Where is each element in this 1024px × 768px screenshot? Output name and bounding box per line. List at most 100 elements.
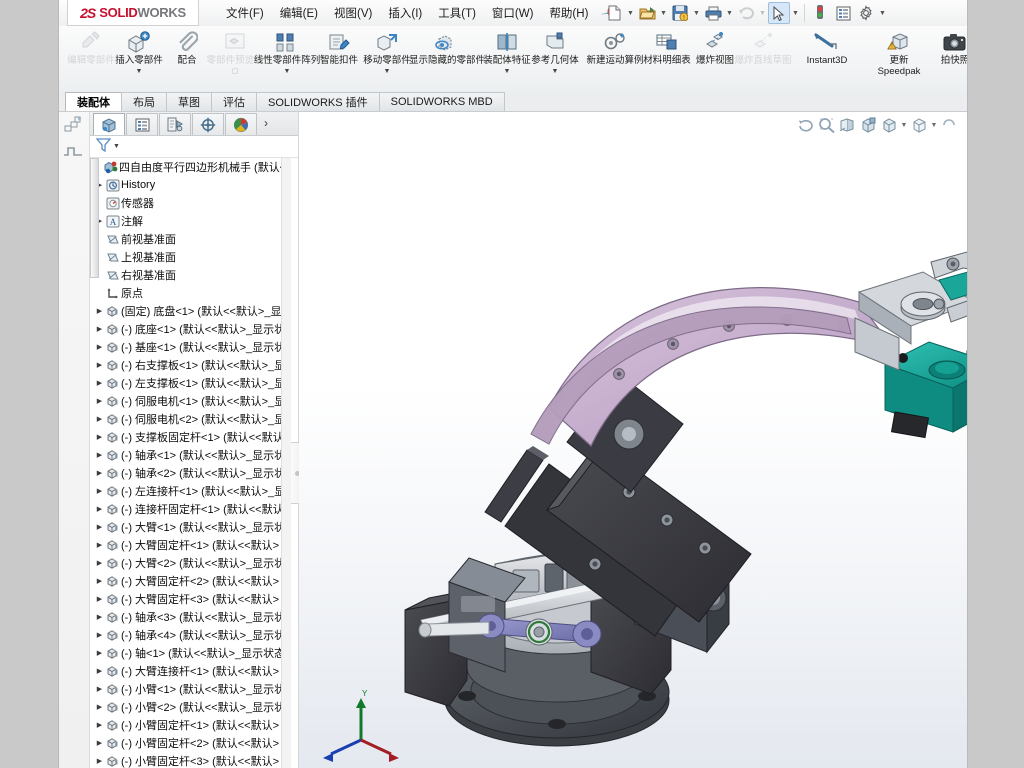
expand-arrow-icon[interactable]: ▶ [94,415,105,423]
feature-tree-item[interactable]: ▶ (-) 大臂<1> (默认<<默认>_显示状 [90,518,290,536]
menu-file[interactable]: 文件(F) [219,1,271,25]
settings-gear-icon[interactable] [855,2,877,24]
feature-tree[interactable]: ▶四自由度平行四边形机械手 (默认<默▶History▶传感器▶A注解▶前视基准… [90,158,290,768]
feature-tree-item[interactable]: ▶ (-) 小臂<1> (默认<<默认>_显示状 [90,680,290,698]
menu-help[interactable]: 帮助(H) [542,1,595,25]
feature-tree-item[interactable]: ▶ (-) 大臂<2> (默认<<默认>_显示状 [90,554,290,572]
select-cursor-icon[interactable] [768,2,790,24]
expand-arrow-icon[interactable]: ▶ [94,523,105,531]
exploded-view-button[interactable]: 爆炸视图 [691,26,739,89]
expand-arrow-icon[interactable]: ▶ [94,343,105,351]
tab-layout[interactable]: 布局 [121,92,167,111]
feature-tree-scrollbar-thumb[interactable] [90,158,99,278]
open-folder-icon[interactable] [636,2,658,24]
menu-insert[interactable]: 插入(I) [381,1,429,25]
feature-tree-item[interactable]: ▶ (-) 大臂连接杆<1> (默认<<默认> [90,662,290,680]
tab-solidworks-addins[interactable]: SOLIDWORKS 插件 [256,92,380,111]
feature-tree-item[interactable]: ▶上视基准面 [90,248,290,266]
feature-tree-item[interactable]: ▶ (-) 连接杆固定杆<1> (默认<<默认 [90,500,290,518]
tab-evaluate[interactable]: 评估 [211,92,257,111]
feature-tree-root-item[interactable]: ▶四自由度平行四边形机械手 (默认<默 [90,158,290,176]
options-list-icon[interactable] [832,2,854,24]
expand-arrow-icon[interactable]: ▶ [94,361,105,369]
tab-configuration-manager[interactable] [159,113,191,135]
feature-tree-item[interactable]: ▶ (-) 小臂固定杆<2> (默认<<默认> [90,734,290,752]
chevron-down-icon[interactable]: ▼ [284,68,291,75]
expand-arrow-icon[interactable]: ▶ [94,613,105,621]
reference-geometry-button[interactable]: 参考几何体 ▼ [531,26,579,89]
expand-arrow-icon[interactable]: ▶ [94,397,105,405]
chevron-down-icon[interactable]: ▼ [384,68,391,75]
expand-arrow-icon[interactable]: ▶ [94,451,105,459]
feature-tree-item[interactable]: ▶ (-) 左连接杆<1> (默认<<默认>_显 [90,482,290,500]
expand-arrow-icon[interactable]: ▶ [94,307,105,315]
expand-arrow-icon[interactable]: ▶ [94,541,105,549]
feature-tree-item[interactable]: ▶ (-) 大臂固定杆<3> (默认<<默认> [90,590,290,608]
explode-line-sketch-button[interactable]: 爆炸直线草图 [735,26,792,89]
edit-component-button[interactable]: 编辑零部件 [67,26,115,89]
expand-arrow-icon[interactable]: ▶ [94,757,105,765]
chevron-down-icon[interactable]: ▼ [136,68,143,75]
linear-component-pattern-button[interactable]: 线性零部件阵列 ▼ [254,26,320,89]
show-hidden-components-button[interactable]: 显示隐藏的零部件 [409,26,485,89]
update-speedpak-button[interactable]: ! 更新 Speedpak [867,26,931,89]
take-snapshot-button[interactable]: 拍快照 [931,26,967,89]
chevron-down-icon[interactable]: ▼ [878,10,887,17]
feature-tree-scrollbar-track[interactable] [281,158,291,768]
robot-arm-3d-model[interactable]: Y [299,112,967,768]
menu-window[interactable]: 窗口(W) [485,1,541,25]
expand-arrow-icon[interactable]: ▶ [94,505,105,513]
expand-arrow-icon[interactable]: ▶ [94,685,105,693]
feature-tree-item[interactable]: ▶ (-) 支撑板固定杆<1> (默认<<默认 [90,428,290,446]
chevron-down-icon[interactable]: ▼ [725,10,734,17]
tab-display-manager[interactable] [192,113,224,135]
expand-arrow-icon[interactable]: ▶ [94,667,105,675]
feature-tree-item[interactable]: ▶ (-) 基座<1> (默认<<默认>_显示状 [90,338,290,356]
menu-edit[interactable]: 编辑(E) [273,1,325,25]
chevron-down-icon[interactable]: ▼ [552,68,559,75]
mate-button[interactable]: 配合 [163,26,211,89]
tab-assembly[interactable]: 装配体 [65,92,122,111]
expand-arrow-icon[interactable]: ▶ [94,559,105,567]
feature-tree-item[interactable]: ▶ (-) 底座<1> (默认<<默认>_显示状 [90,320,290,338]
feature-tree-item[interactable]: ▶ (-) 左支撑板<1> (默认<<默认>_显 [90,374,290,392]
chevron-down-icon[interactable]: ▼ [113,143,120,150]
chevron-down-icon[interactable]: ▼ [659,10,668,17]
feature-tree-item[interactable]: ▶ (-) 小臂固定杆<1> (默认<<默认> [90,716,290,734]
move-component-button[interactable]: 移动零部件 ▼ [363,26,411,89]
chevron-down-icon[interactable]: ▼ [758,10,767,17]
feature-tree-item[interactable]: ▶ A 注解 [90,212,290,230]
expand-arrow-icon[interactable]: ▶ [94,595,105,603]
feature-tree-item[interactable]: ▶ (-) 轴承<4> (默认<<默认>_显示状 [90,626,290,644]
chevron-down-icon[interactable]: ▼ [692,10,701,17]
expand-arrow-icon[interactable]: ▶ [94,721,105,729]
expand-arrow-icon[interactable]: ▶ [94,487,105,495]
feature-tree-item[interactable]: ▶ (-) 小臂固定杆<3> (默认<<默认> [90,752,290,768]
expand-arrow-icon[interactable]: ▶ [94,631,105,639]
flowchart-steps-icon[interactable] [59,112,87,138]
bill-of-materials-button[interactable]: 材料明细表 [643,26,691,89]
expand-arrow-icon[interactable]: ▶ [94,433,105,441]
feature-tree-item[interactable]: ▶传感器 [90,194,290,212]
feature-tree-item[interactable]: ▶ (-) 轴承<2> (默认<<默认>_显示状 [90,464,290,482]
new-document-icon[interactable] [603,2,625,24]
filter-funnel-icon[interactable] [95,138,112,155]
chevron-right-icon[interactable]: › [264,116,268,132]
feature-tree-item[interactable]: ▶ (-) 小臂<2> (默认<<默认>_显示状 [90,698,290,716]
chevron-down-icon[interactable]: ▼ [504,68,511,75]
expand-arrow-icon[interactable]: ▶ [94,703,105,711]
square-wave-icon[interactable] [59,138,87,164]
tab-feature-manager[interactable] [93,113,125,135]
insert-component-button[interactable]: 插入零部件 ▼ [115,26,163,89]
chevron-down-icon[interactable]: ▼ [791,10,800,17]
print-icon[interactable] [702,2,724,24]
save-icon[interactable]: ! [669,2,691,24]
expand-arrow-icon[interactable]: ▶ [94,649,105,657]
assembly-features-button[interactable]: 装配体特征 ▼ [483,26,531,89]
tab-solidworks-mbd[interactable]: SOLIDWORKS MBD [378,92,505,111]
menu-tools[interactable]: 工具(T) [431,1,483,25]
expand-arrow-icon[interactable]: ▶ [94,379,105,387]
tab-appearances[interactable] [225,113,257,135]
feature-tree-item[interactable]: ▶ (固定) 底盘<1> (默认<<默认>_显 [90,302,290,320]
chevron-down-icon[interactable]: ▼ [626,10,635,17]
